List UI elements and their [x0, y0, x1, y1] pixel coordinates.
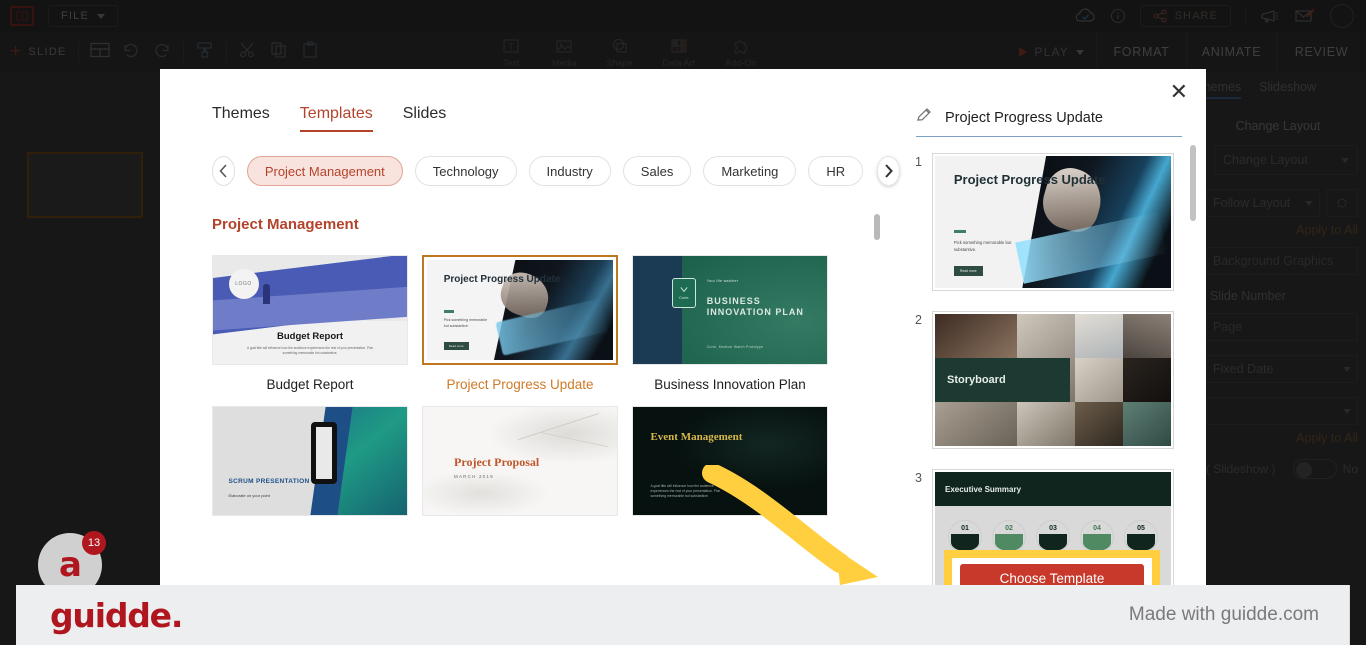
preview-slide-frame: Project Progress Update Pick something m… [932, 153, 1174, 291]
preview-slide-frame: Storyboard [932, 311, 1174, 449]
category-pill-hr[interactable]: HR [808, 156, 864, 186]
category-pill-project-management[interactable]: Project Management [246, 156, 403, 186]
preview-slide-item[interactable]: 2 Storyboard [908, 311, 1206, 449]
preview-slide-number: 3 [915, 471, 922, 485]
slide-body: A goal title will influence how the audi… [247, 345, 373, 355]
tab-slides[interactable]: Slides [403, 105, 447, 132]
template-card-event-management[interactable]: Event Management A goal title will influ… [632, 406, 828, 528]
template-preview-panel: ✕ Project Progress Update 1 Project Prog… [900, 69, 1206, 607]
screen-root: FILE SHARE [0, 0, 1366, 645]
preview-slide-title: Storyboard [947, 373, 1006, 386]
slide-body: Pick something memorable but substantive… [443, 318, 488, 328]
slide-title: BUSINESS INNOVATION PLAN [706, 295, 804, 318]
slide-title: SCRUM PRESENTATION [228, 478, 310, 486]
template-browser: Themes Templates Slides Project Manageme… [160, 69, 900, 594]
preview-list-scrollbar[interactable] [1190, 145, 1196, 221]
preview-title-row: Project Progress Update [900, 69, 1206, 129]
preview-slide-number: 1 [915, 155, 922, 169]
preview-step: 01 [948, 519, 982, 554]
category-filter-row: Project Management Technology Industry S… [160, 132, 900, 186]
template-thumbnail: LOGO Budget Report A goal title will inf… [212, 255, 408, 365]
category-pill-marketing[interactable]: Marketing [703, 156, 797, 186]
preview-slide-title: Executive Summary [945, 484, 1022, 494]
tab-templates[interactable]: Templates [299, 105, 373, 132]
modal-tabs: Themes Templates Slides [160, 69, 900, 132]
guidde-logo: guidde. [50, 595, 183, 635]
preview-slide-body: Pick something memorable but substantive… [953, 240, 1012, 253]
chevron-right-icon [885, 164, 893, 178]
template-card-label: Business Innovation Plan [654, 377, 806, 392]
pencil-icon[interactable] [916, 107, 933, 129]
chevron-left-icon [219, 164, 227, 178]
preview-slide-title: Project Progress Update [953, 171, 1106, 187]
template-card-project-progress-update[interactable]: Project Progress Update Pick something m… [422, 255, 618, 392]
slide-title: Event Management [650, 430, 743, 443]
template-card-scrum-presentation[interactable]: SCRUM PRESENTATION Elaborate on your poi… [212, 406, 408, 528]
template-picker-modal: Themes Templates Slides Project Manageme… [160, 69, 1206, 607]
preview-title[interactable]: Project Progress Update [945, 110, 1182, 126]
guidde-banner: guidde. Made with guidde.com [16, 585, 1350, 645]
category-prev-button[interactable] [212, 156, 235, 186]
preview-slide-item[interactable]: 1 Project Progress Update Pick something… [908, 153, 1206, 291]
made-with-label: Made with guidde.com [1128, 604, 1319, 625]
category-pill-industry[interactable]: Industry [528, 156, 611, 186]
slide-button: Read more [443, 342, 469, 350]
slide-tagline: Your life watcher [706, 278, 739, 283]
preview-step: 03 [1036, 519, 1070, 554]
template-card-label: Project Progress Update [446, 377, 594, 392]
slide-subtitle: Corie, Medical Watch Prototype [706, 344, 764, 349]
slide-title: Budget Report [277, 331, 343, 343]
template-thumbnail: Event Management A goal title will influ… [632, 406, 828, 516]
template-card-label: Budget Report [266, 377, 354, 392]
slide-body: A goal title will influence how the audi… [650, 483, 721, 499]
slide-logo: LOGO [228, 268, 259, 299]
template-thumbnail: Project Proposal MARCH 2019 [422, 406, 618, 516]
preview-slide-number: 2 [915, 313, 922, 327]
template-list-scrollbar[interactable] [874, 214, 880, 240]
template-grid: LOGO Budget Report A goal title will inf… [160, 233, 900, 528]
section-title: Project Management [212, 216, 359, 233]
slide-title: Project Proposal [454, 454, 540, 469]
preview-step: 05 [1124, 519, 1158, 554]
preview-slide-button: Read more [953, 266, 983, 277]
slide-subtitle: Elaborate on your point [228, 492, 270, 498]
close-icon[interactable]: ✕ [1170, 81, 1188, 103]
slide-date: MARCH 2019 [454, 473, 494, 479]
preview-slide-list: 1 Project Progress Update Pick something… [900, 153, 1206, 607]
category-next-button[interactable] [877, 156, 900, 186]
preview-step: 02 [992, 519, 1026, 554]
slide-title: Project Progress Update [443, 274, 561, 285]
category-pill-technology[interactable]: Technology [414, 156, 517, 186]
template-card-business-innovation-plan[interactable]: Corie Your life watcher BUSINESS INNOVAT… [632, 255, 828, 392]
preview-slide-banner: Storyboard [935, 357, 1070, 403]
template-thumbnail: Project Progress Update Pick something m… [422, 255, 618, 365]
template-thumbnail: Corie Your life watcher BUSINESS INNOVAT… [632, 255, 828, 365]
slide-badge: Corie [671, 277, 696, 308]
preview-title-underline [916, 136, 1182, 137]
guidde-badge-letter: a [59, 545, 82, 585]
template-card-budget-report[interactable]: LOGO Budget Report A goal title will inf… [212, 255, 408, 392]
template-card-project-proposal[interactable]: Project Proposal MARCH 2019 [422, 406, 618, 528]
template-thumbnail: SCRUM PRESENTATION Elaborate on your poi… [212, 406, 408, 516]
category-pill-sales[interactable]: Sales [622, 156, 692, 186]
guidde-badge-count: 13 [82, 531, 106, 555]
preview-step: 04 [1080, 519, 1114, 554]
preview-step-list: 01 02 03 04 05 [935, 519, 1171, 554]
tab-themes[interactable]: Themes [212, 105, 270, 132]
